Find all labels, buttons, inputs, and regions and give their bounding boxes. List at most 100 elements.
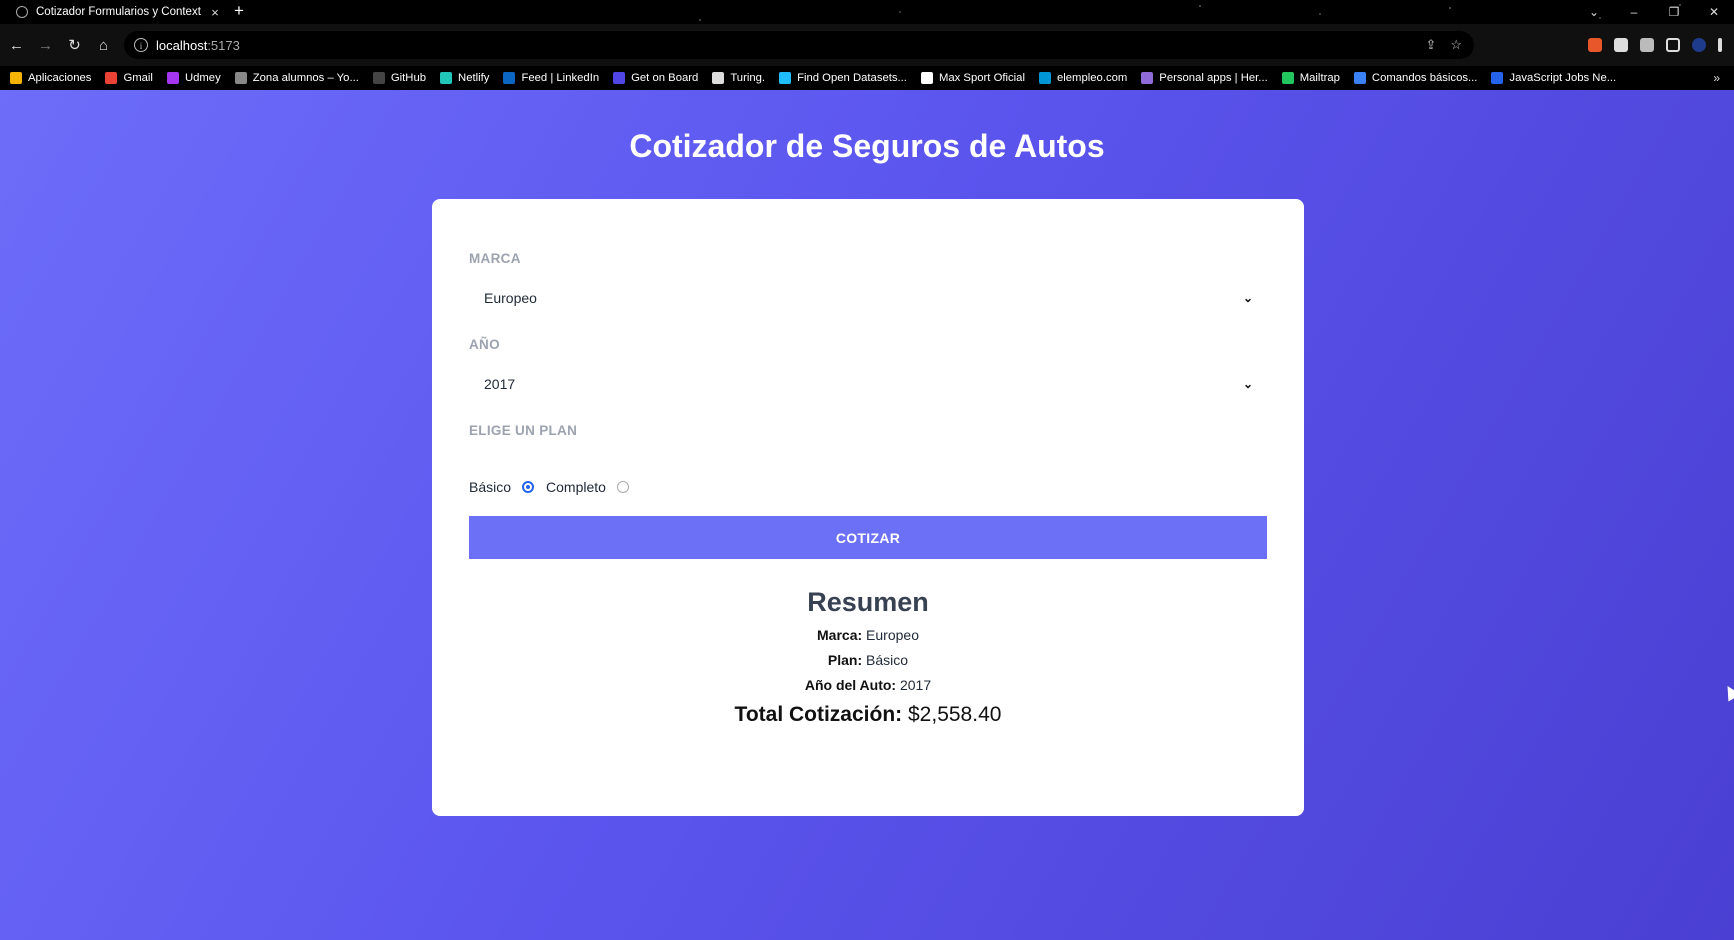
site-info-icon[interactable]: i (134, 38, 148, 52)
bookmark-label: Turing. (730, 72, 766, 84)
bookmark-favicon-icon (10, 72, 22, 84)
bookmark-label: Aplicaciones (28, 72, 92, 84)
bookmark-item[interactable]: Netlify (440, 72, 489, 84)
profile-avatar[interactable] (1692, 38, 1706, 52)
bookmark-label: Mailtrap (1299, 72, 1340, 84)
browser-toolbar: ← → ↻ ⌂ i localhost:5173 ⇪ ☆ (0, 24, 1734, 66)
summary-total: Total Cotización: $2,558.40 (734, 703, 1002, 726)
close-window-icon[interactable]: ✕ (1694, 5, 1734, 19)
marca-selected-value: Europeo (484, 290, 537, 306)
menu-icon[interactable] (1718, 38, 1722, 52)
bookmark-favicon-icon (1281, 72, 1294, 84)
bookmark-label: JavaScript Jobs Ne... (1509, 72, 1617, 84)
address-bar[interactable]: i localhost:5173 ⇪ ☆ (124, 31, 1474, 59)
back-icon[interactable]: ← (2, 37, 31, 54)
share-icon[interactable]: ⇪ (1425, 37, 1436, 53)
bookmark-item[interactable]: Comandos básicos... (1353, 72, 1478, 84)
extension-icon[interactable] (1588, 38, 1602, 52)
bookmark-star-icon[interactable]: ☆ (1450, 37, 1462, 53)
bookmark-item[interactable]: JavaScript Jobs Ne... (1491, 72, 1616, 84)
reading-list-icon[interactable] (1640, 38, 1654, 52)
bookmark-label: Feed | LinkedIn (521, 72, 600, 84)
browser-tab[interactable]: Cotizador Formularios y Context × (0, 0, 222, 24)
summary-marca-row: Marca: Europeo (817, 627, 919, 643)
url-text: localhost:5173 (156, 37, 240, 53)
marca-label: Marca (469, 251, 521, 266)
bookmark-label: Max Sport Oficial (938, 72, 1025, 84)
bookmark-label: Comandos básicos... (1371, 72, 1478, 84)
bookmark-label: Zona alumnos – Yo... (252, 72, 359, 84)
bookmark-item[interactable]: Zona alumnos – Yo... (234, 72, 359, 84)
bookmark-item[interactable]: Turing. (712, 72, 765, 84)
bookmark-label: Get on Board (631, 72, 699, 84)
more-bookmarks-icon[interactable]: » (1713, 71, 1734, 85)
bookmark-favicon-icon (779, 72, 792, 84)
reload-icon[interactable]: ↻ (60, 36, 89, 54)
bookmark-favicon-icon (920, 72, 933, 84)
plan-basico-label[interactable]: Básico (469, 479, 511, 495)
bookmark-label: GitHub (390, 72, 427, 84)
bookmark-item[interactable]: Find Open Datasets... (779, 72, 907, 84)
bookmark-item[interactable]: Max Sport Oficial (920, 72, 1025, 84)
bookmark-item[interactable]: Aplicaciones (10, 72, 91, 84)
bookmark-favicon-icon (1038, 72, 1051, 84)
restore-icon[interactable]: ❐ (1654, 5, 1694, 19)
globe-icon (16, 6, 28, 18)
ano-selected-value: 2017 (484, 376, 516, 392)
bookmark-favicon-icon (613, 72, 626, 84)
marca-select[interactable]: Europeo ⌄ (469, 278, 1267, 318)
bookmark-label: Find Open Datasets... (797, 72, 907, 84)
bookmark-favicon-icon (234, 72, 247, 84)
browser-tab-bar: Cotizador Formularios y Context × + ⌄ – … (0, 0, 1734, 24)
bookmark-favicon-icon (1141, 72, 1154, 84)
close-tab-icon[interactable]: × (208, 5, 222, 20)
puzzle-icon[interactable] (1614, 38, 1628, 52)
chevron-down-icon: ⌄ (1242, 377, 1253, 391)
minimize-icon[interactable]: – (1614, 5, 1654, 19)
bookmark-item[interactable]: Udmey (166, 72, 221, 84)
new-tab-button[interactable]: + (234, 1, 244, 21)
bookmark-favicon-icon (440, 72, 453, 84)
page-title: Cotizador de Seguros de Autos (629, 128, 1105, 164)
home-icon[interactable]: ⌂ (89, 37, 118, 54)
bookmark-favicon-icon (503, 72, 516, 84)
ano-label: Año (469, 337, 500, 352)
chevron-down-icon: ⌄ (1242, 291, 1253, 305)
bookmark-favicon-icon (1491, 72, 1504, 84)
page-background: Cotizador de Seguros de Autos Marca Euro… (0, 90, 1734, 940)
bookmark-label: Personal apps | Her... (1159, 72, 1268, 84)
quote-form-card: Marca Europeo ⌄ Año 2017 ⌄ Elige un Plan… (432, 199, 1304, 816)
bookmark-label: Udmey (184, 72, 221, 84)
plan-label: Elige un Plan (469, 423, 578, 438)
bookmark-item[interactable]: Feed | LinkedIn (503, 72, 599, 84)
extensions-area (1588, 24, 1734, 66)
bookmark-item[interactable]: elempleo.com (1038, 72, 1128, 84)
bookmark-favicon-icon (712, 72, 725, 84)
bookmark-favicon-icon (1353, 72, 1366, 84)
tab-search-icon[interactable]: ⌄ (1574, 5, 1614, 19)
tab-title: Cotizador Formularios y Context (36, 6, 201, 18)
summary-title: Resumen (807, 587, 929, 617)
ano-select[interactable]: 2017 ⌄ (469, 364, 1267, 404)
summary-ano-row: Año del Auto: 2017 (804, 677, 932, 693)
cotizar-button[interactable]: Cotizar (469, 516, 1267, 559)
summary-plan-row: Plan: Básico (827, 652, 909, 668)
forward-icon[interactable]: → (31, 37, 60, 54)
plan-basico-radio[interactable] (522, 481, 535, 493)
side-panel-icon[interactable] (1666, 38, 1680, 52)
bookmark-item[interactable]: Gmail (105, 72, 153, 84)
plan-completo-label[interactable]: Completo (546, 479, 606, 495)
bookmark-item[interactable]: Personal apps | Her... (1141, 72, 1268, 84)
bookmark-label: elempleo.com (1056, 72, 1128, 84)
bookmark-favicon-icon (105, 72, 118, 84)
summary-section: Resumen Marca: Europeo Plan: Básico Año … (432, 587, 1304, 727)
mouse-cursor-icon (1721, 682, 1734, 702)
bookmark-label: Netlify (458, 72, 490, 84)
plan-completo-radio[interactable] (616, 481, 629, 493)
bookmark-favicon-icon (166, 72, 179, 84)
bookmark-favicon-icon (372, 72, 385, 84)
bookmark-item[interactable]: Get on Board (613, 72, 698, 84)
bookmark-item[interactable]: GitHub (372, 72, 427, 84)
bookmarks-bar: Aplicaciones Gmail Udmey Zona alumnos – Yo.… (0, 66, 1734, 90)
bookmark-item[interactable]: Mailtrap (1281, 72, 1340, 84)
